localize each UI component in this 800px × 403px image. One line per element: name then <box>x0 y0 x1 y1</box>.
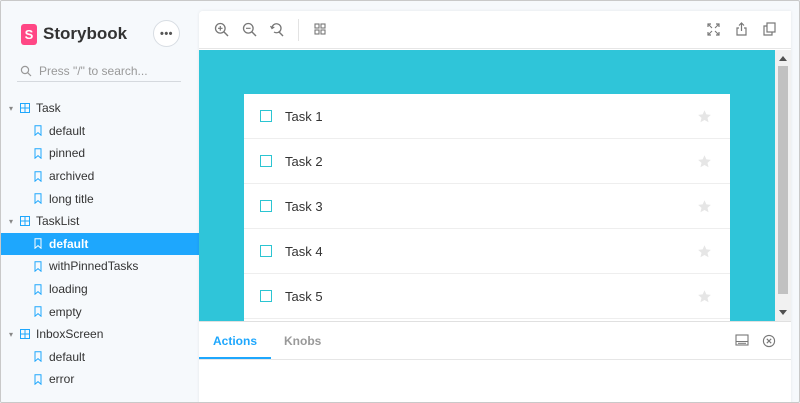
tree-story-label: default <box>49 349 86 364</box>
menu-button[interactable]: ••• <box>153 20 180 47</box>
task-item: Task 3 <box>244 184 730 229</box>
bookmark-icon <box>34 283 42 295</box>
tree-story[interactable]: default <box>1 120 199 143</box>
component-icon <box>20 102 31 114</box>
task-checkbox[interactable] <box>260 245 272 257</box>
bookmark-icon <box>34 374 42 385</box>
share-icon[interactable] <box>733 21 749 37</box>
storybook-window: S Storybook ••• ▾ Task default pinned archiv… <box>0 0 800 403</box>
tab-actions[interactable]: Actions <box>199 322 272 360</box>
bookmark-icon <box>34 125 42 137</box>
addons-panel: Actions Knobs <box>199 321 791 402</box>
scroll-down-arrow-icon[interactable] <box>779 310 787 315</box>
star-icon[interactable] <box>697 199 712 214</box>
tree-story-label: withPinnedTasks <box>49 259 139 274</box>
task-title: Task 3 <box>285 198 323 214</box>
tree-story[interactable]: archived <box>1 165 199 188</box>
search-input[interactable] <box>39 63 179 78</box>
task-checkbox[interactable] <box>260 200 272 212</box>
star-icon[interactable] <box>697 154 712 169</box>
tree-story-label: error <box>49 372 75 387</box>
main-panel: Task 1 Task 2 Task 3 Task 4 Task 5 Actions K… <box>199 11 791 402</box>
addons-divider <box>199 359 791 360</box>
preview-canvas: Task 1 Task 2 Task 3 Task 4 Task 5 <box>199 50 775 321</box>
component-icon <box>20 328 31 340</box>
task-checkbox[interactable] <box>260 110 272 122</box>
tree-story[interactable]: withPinnedTasks <box>1 255 199 278</box>
tree-group-label: Task <box>36 101 61 116</box>
task-item: Task 5 <box>244 274 730 319</box>
preview-scrollbar[interactable] <box>775 50 791 321</box>
tree-story-label: long title <box>49 191 94 206</box>
bookmark-icon <box>34 306 42 318</box>
bookmark-icon <box>34 261 42 272</box>
star-icon[interactable] <box>697 289 712 304</box>
tree-story[interactable]: pinned <box>1 142 199 165</box>
tree-group-label: InboxScreen <box>36 327 104 342</box>
task-checkbox[interactable] <box>260 155 272 167</box>
bookmark-icon <box>34 193 42 205</box>
storybook-logo-icon: S <box>21 23 37 45</box>
tree-story[interactable]: error <box>1 368 199 391</box>
close-icon[interactable] <box>762 334 776 348</box>
task-item: Task 4 <box>244 229 730 274</box>
tree-story-label: pinned <box>49 146 86 161</box>
bookmark-icon <box>34 148 42 159</box>
search-box <box>17 60 181 82</box>
caret-down-icon: ▾ <box>9 103 14 113</box>
panel-toggle-icon[interactable] <box>735 334 749 348</box>
star-icon[interactable] <box>697 109 712 124</box>
tree-story[interactable]: loading <box>1 278 199 301</box>
task-title: Task 5 <box>285 288 323 304</box>
bookmark-icon <box>34 238 42 250</box>
task-list: Task 1 Task 2 Task 3 Task 4 Task 5 <box>244 94 730 321</box>
brand-name: Storybook <box>43 24 128 43</box>
tree-group[interactable]: ▾ InboxScreen <box>1 323 199 346</box>
star-icon[interactable] <box>697 244 712 259</box>
tree-story[interactable]: default <box>1 232 199 256</box>
task-item: Task 1 <box>244 94 730 139</box>
caret-down-icon: ▾ <box>9 329 14 339</box>
bookmark-icon <box>34 351 42 363</box>
tab-knobs[interactable]: Knobs <box>284 322 321 359</box>
sidebar: S Storybook ••• ▾ Task default pinned archiv… <box>1 1 199 402</box>
zoom-out-icon[interactable] <box>241 21 257 37</box>
brand[interactable]: S Storybook <box>21 22 127 46</box>
task-item: Task 2 <box>244 139 730 184</box>
toolbar-separator <box>298 19 299 41</box>
task-checkbox[interactable] <box>260 290 272 302</box>
tree-group[interactable]: ▾ TaskList <box>1 210 199 233</box>
story-tree: ▾ Task default pinned archived long title ▾ Tas… <box>1 97 199 391</box>
tree-story-label: empty <box>49 304 82 319</box>
copy-icon[interactable] <box>761 21 777 37</box>
component-icon <box>20 215 31 227</box>
task-title: Task 2 <box>285 153 323 169</box>
zoom-in-icon[interactable] <box>213 21 229 37</box>
tree-story-label: archived <box>49 169 95 184</box>
tree-story[interactable]: default <box>1 346 199 369</box>
scroll-up-arrow-icon[interactable] <box>779 56 787 61</box>
tree-story-label: loading <box>49 282 88 297</box>
zoom-reset-icon[interactable] <box>268 21 284 37</box>
task-title: Task 1 <box>285 108 323 124</box>
fullscreen-icon[interactable] <box>705 21 721 37</box>
tree-story-label: default <box>49 123 86 138</box>
tree-group-label: TaskList <box>36 214 80 229</box>
tree-story-label: default <box>49 236 89 251</box>
search-icon <box>20 64 34 78</box>
tree-story[interactable]: empty <box>1 300 199 323</box>
tree-group[interactable]: ▾ Task <box>1 97 199 120</box>
scrollbar-thumb[interactable] <box>778 66 788 294</box>
toolbar <box>199 11 791 49</box>
caret-down-icon: ▾ <box>9 216 14 226</box>
grid-icon[interactable] <box>312 21 328 37</box>
tree-story[interactable]: long title <box>1 187 199 210</box>
task-title: Task 4 <box>285 243 323 259</box>
bookmark-icon <box>34 170 42 182</box>
